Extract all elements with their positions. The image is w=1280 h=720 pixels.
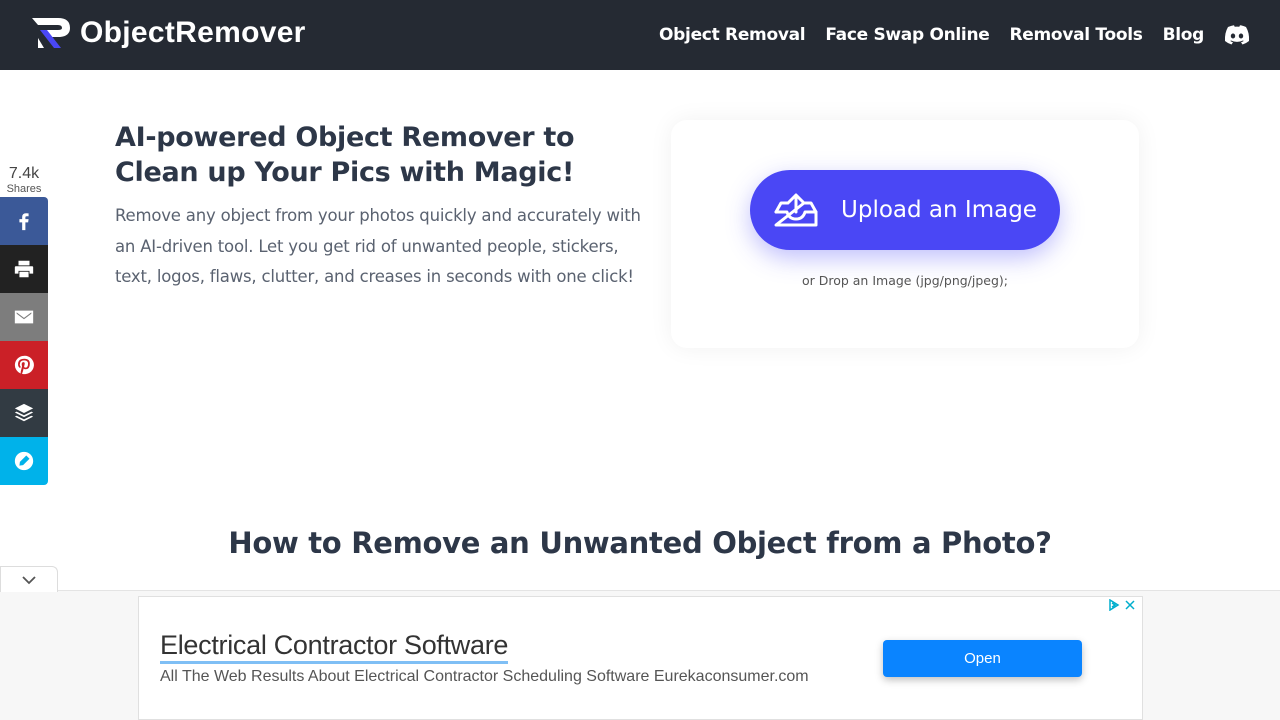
- email-icon: [14, 310, 34, 324]
- pinterest-icon: [14, 355, 34, 375]
- drop-hint: or Drop an Image (jpg/png/jpeg);: [801, 273, 1009, 288]
- share-facebook-button[interactable]: [0, 197, 48, 245]
- discord-icon[interactable]: [1224, 25, 1250, 45]
- nav-blog[interactable]: Blog: [1163, 25, 1205, 45]
- collapse-ad-button[interactable]: [0, 566, 58, 592]
- hero-title: AI-powered Object Remover to Clean up Yo…: [115, 122, 575, 188]
- share-pinterest-button[interactable]: [0, 341, 48, 389]
- share-buffer-button[interactable]: [0, 389, 48, 437]
- buffer-icon: [14, 403, 34, 422]
- ad-controls: [1108, 599, 1136, 611]
- ad-unit[interactable]: Electrical Contractor Software All The W…: [138, 596, 1143, 720]
- site-header: ObjectRemover Object Removal Face Swap O…: [0, 0, 1280, 70]
- nav-face-swap-online[interactable]: Face Swap Online: [825, 25, 989, 45]
- nav-object-removal[interactable]: Object Removal: [659, 25, 806, 45]
- share-email-button[interactable]: [0, 293, 48, 341]
- share-label: Shares: [6, 183, 42, 195]
- section-title: How to Remove an Unwanted Object from a …: [228, 526, 1052, 560]
- upload-card[interactable]: Upload an Image or Drop an Image (jpg/pn…: [671, 120, 1139, 348]
- upload-tray-icon: [774, 193, 818, 227]
- share-copy-link-button[interactable]: [0, 437, 48, 485]
- share-sidebar: 7.4k Shares: [0, 165, 48, 485]
- close-icon[interactable]: [1124, 599, 1136, 611]
- brand-name: ObjectRemover: [80, 16, 306, 49]
- adchoices-icon[interactable]: [1108, 599, 1120, 611]
- main-nav: Object Removal Face Swap Online Removal …: [659, 0, 1280, 70]
- hero-description: Remove any object from your photos quick…: [115, 206, 641, 286]
- share-print-button[interactable]: [0, 245, 48, 293]
- logo-icon: [32, 18, 70, 48]
- nav-removal-tools[interactable]: Removal Tools: [1010, 25, 1143, 45]
- copy-link-icon: [14, 451, 34, 471]
- logo[interactable]: ObjectRemover: [30, 16, 306, 50]
- ad-open-button[interactable]: Open: [883, 640, 1082, 677]
- ad-description: All The Web Results About Electrical Con…: [160, 668, 809, 685]
- upload-image-button[interactable]: Upload an Image: [750, 170, 1060, 250]
- print-icon: [14, 260, 34, 278]
- chevron-down-icon: [22, 575, 36, 584]
- facebook-icon: [19, 213, 29, 231]
- upload-button-label: Upload an Image: [841, 197, 1037, 223]
- ad-title[interactable]: Electrical Contractor Software: [160, 629, 508, 664]
- share-count: 7.4k: [8, 165, 40, 182]
